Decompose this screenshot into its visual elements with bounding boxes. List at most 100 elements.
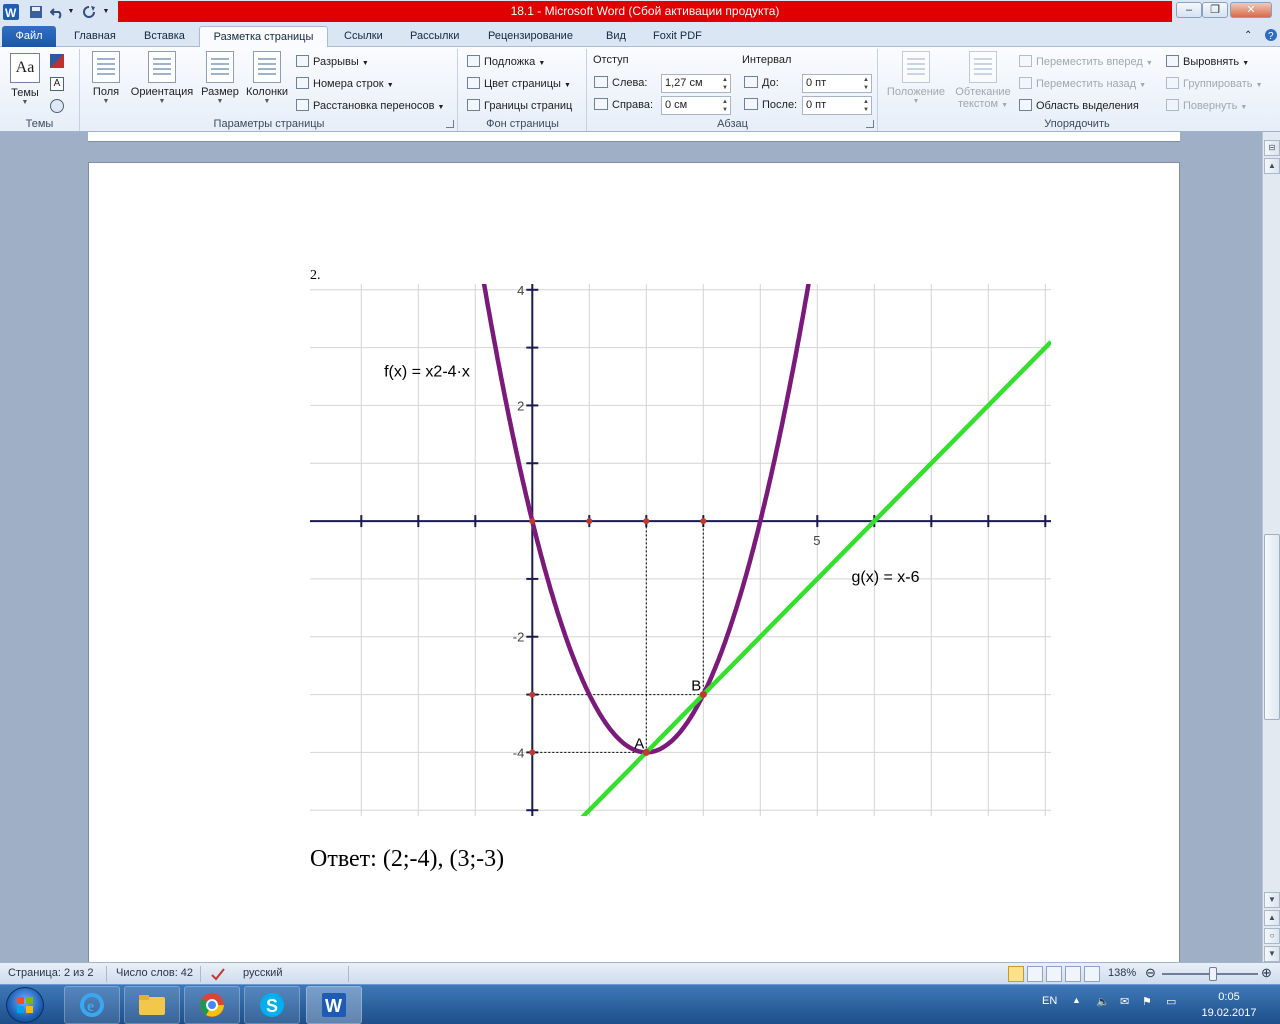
wrap-text-button[interactable]: Обтекание текстом ▼ xyxy=(951,51,1015,112)
selection-pane-button[interactable]: Область выделения xyxy=(1019,97,1139,115)
theme-colors-icon[interactable] xyxy=(50,54,64,68)
indent-right-spinner-icon[interactable]: ▲ ▼ xyxy=(721,98,729,114)
help-icon[interactable]: ? xyxy=(1256,26,1280,47)
themes-button[interactable]: Aa Темы ▼ xyxy=(6,53,44,107)
volume-icon[interactable]: 🔈 xyxy=(1096,995,1110,1008)
zoom-slider-thumb[interactable] xyxy=(1209,967,1217,981)
position-button[interactable]: Положение ▼ xyxy=(883,51,949,106)
theme-fonts-icon[interactable]: A xyxy=(50,77,64,91)
system-clock[interactable]: 0:05 19.02.2017 xyxy=(1194,989,1264,1021)
zoom-out-icon[interactable]: ⊖ xyxy=(1145,965,1156,981)
status-separator xyxy=(348,966,349,982)
redo-icon[interactable] xyxy=(80,3,98,20)
scroll-up-button[interactable]: ▲ xyxy=(1264,158,1280,174)
save-icon[interactable] xyxy=(27,3,45,20)
close-button[interactable]: ✕ xyxy=(1230,2,1272,18)
page-color-button[interactable]: Цвет страницы ▼ xyxy=(467,75,571,93)
page-borders-button[interactable]: Границы страниц xyxy=(467,97,572,115)
margins-button[interactable]: Поля ▼ xyxy=(85,51,127,106)
input-language[interactable]: EN xyxy=(1042,995,1057,1007)
print-layout-view-button[interactable] xyxy=(1008,966,1024,982)
spacing-after-spinner-icon[interactable]: ▲ ▼ xyxy=(862,98,870,114)
selection-pane-label: Область выделения xyxy=(1036,100,1139,112)
undo-dropdown-icon[interactable]: ▼ xyxy=(66,3,76,20)
zoom-in-icon[interactable]: ⊕ xyxy=(1261,965,1272,981)
tab-foxit-pdf[interactable]: Foxit PDF xyxy=(645,26,710,47)
full-screen-reading-view-button[interactable] xyxy=(1027,966,1043,982)
spacing-after-field[interactable]: 0 пт ▲ ▼ xyxy=(802,96,872,115)
vertical-scrollbar[interactable]: ⊟ ▲ ▼ ▲ ○ ▼ xyxy=(1262,132,1280,962)
hyphenation-icon xyxy=(296,99,309,111)
hyphenation-button[interactable]: Расстановка переносов ▼ xyxy=(296,97,444,115)
internet-explorer-icon[interactable]: e xyxy=(64,986,120,1024)
size-button[interactable]: Размер ▼ xyxy=(199,51,241,106)
title-bar: W ▼ ▼ 18.1 - Microsoft Word (Сбой актива… xyxy=(0,0,1280,24)
indent-left-field[interactable]: 1,27 см ▲ ▼ xyxy=(661,74,731,93)
chrome-icon[interactable] xyxy=(184,986,240,1024)
send-backward-button[interactable]: Переместить назад ▼ xyxy=(1019,75,1146,93)
minimize-button[interactable]: – xyxy=(1176,2,1202,18)
indent-left-spinner-icon[interactable]: ▲ ▼ xyxy=(721,76,729,92)
paragraph-launcher-icon[interactable] xyxy=(866,120,874,128)
draft-view-button[interactable] xyxy=(1084,966,1100,982)
skype-icon[interactable]: S xyxy=(244,986,300,1024)
web-layout-view-button[interactable] xyxy=(1046,966,1062,982)
spacing-before-spinner-icon[interactable]: ▲ ▼ xyxy=(862,76,870,92)
bring-forward-button[interactable]: Переместить вперед ▼ xyxy=(1019,53,1153,71)
status-separator xyxy=(200,966,201,982)
undo-icon[interactable] xyxy=(48,3,66,20)
svg-text:e: e xyxy=(87,998,94,1015)
ruler-toggle-icon[interactable]: ⊟ xyxy=(1264,140,1280,156)
group-button[interactable]: Группировать ▼ xyxy=(1166,75,1263,93)
wrap-text-label-1: Обтекание xyxy=(955,86,1011,98)
outline-view-button[interactable] xyxy=(1065,966,1081,982)
scroll-thumb[interactable] xyxy=(1264,534,1280,720)
start-button[interactable] xyxy=(6,987,44,1023)
action-center-icon[interactable]: ⚑ xyxy=(1142,995,1152,1008)
scroll-down-button[interactable]: ▼ xyxy=(1264,892,1280,908)
indent-right-field[interactable]: 0 см ▲ ▼ xyxy=(661,96,731,115)
rotate-dropdown-icon: ▼ xyxy=(1240,104,1248,111)
restore-button[interactable]: ❐ xyxy=(1202,2,1228,18)
language-indicator[interactable]: русский xyxy=(243,967,282,979)
breaks-label: Разрывы xyxy=(313,56,359,68)
word-taskbar-icon[interactable]: W xyxy=(306,986,362,1024)
tab-insert[interactable]: Вставка xyxy=(136,26,193,47)
page-setup-launcher-icon[interactable] xyxy=(446,120,454,128)
margins-icon xyxy=(92,51,120,83)
previous-page-button[interactable]: ▲ xyxy=(1264,910,1280,926)
breaks-button[interactable]: Разрывы ▼ xyxy=(296,53,369,71)
select-browse-object-button[interactable]: ○ xyxy=(1264,928,1280,944)
zoom-level[interactable]: 138% xyxy=(1108,967,1136,979)
tab-references[interactable]: Ссылки xyxy=(336,26,391,47)
align-button[interactable]: Выровнять ▼ xyxy=(1166,53,1249,71)
indent-left-value: 1,27 см xyxy=(665,77,703,89)
g-formula-label: g(x) = x-6 xyxy=(852,569,920,586)
spacing-before-field[interactable]: 0 пт ▲ ▼ xyxy=(802,74,872,93)
word-app-icon[interactable]: W xyxy=(2,3,20,20)
theme-effects-icon[interactable] xyxy=(50,99,64,113)
page-count[interactable]: Страница: 2 из 2 xyxy=(8,967,94,979)
network-icon[interactable]: ✉ xyxy=(1120,995,1129,1008)
file-explorer-icon[interactable] xyxy=(124,986,180,1024)
word-count[interactable]: Число слов: 42 xyxy=(116,967,193,979)
tab-home[interactable]: Главная xyxy=(66,26,124,47)
tab-page-layout[interactable]: Разметка страницы xyxy=(199,26,328,47)
function-graph[interactable]: 5 4 2 -2 -4 A Bf(x) = x2-4·x g(x) = x-6 xyxy=(310,284,1051,816)
spellcheck-icon[interactable] xyxy=(210,967,226,984)
tab-review[interactable]: Рецензирование xyxy=(480,26,581,47)
tab-mailings[interactable]: Рассылки xyxy=(402,26,467,47)
show-hidden-icons-icon[interactable]: ▲ xyxy=(1072,995,1081,1005)
line-numbers-button[interactable]: Номера строк ▼ xyxy=(296,75,394,93)
rotate-button[interactable]: Повернуть ▼ xyxy=(1166,97,1247,115)
customize-qat-icon[interactable]: ▼ xyxy=(100,3,112,20)
tab-file[interactable]: Файл xyxy=(2,26,56,47)
marked-point xyxy=(586,518,593,525)
watermark-button[interactable]: Подложка ▼ xyxy=(467,53,545,71)
page-color-icon xyxy=(467,77,480,89)
next-page-button[interactable]: ▼ xyxy=(1264,946,1280,962)
orientation-button[interactable]: Ориентация ▼ xyxy=(127,51,197,106)
power-icon[interactable]: ▭ xyxy=(1166,995,1176,1008)
columns-button[interactable]: Колонки ▼ xyxy=(243,51,291,106)
tab-view[interactable]: Вид xyxy=(598,26,634,47)
